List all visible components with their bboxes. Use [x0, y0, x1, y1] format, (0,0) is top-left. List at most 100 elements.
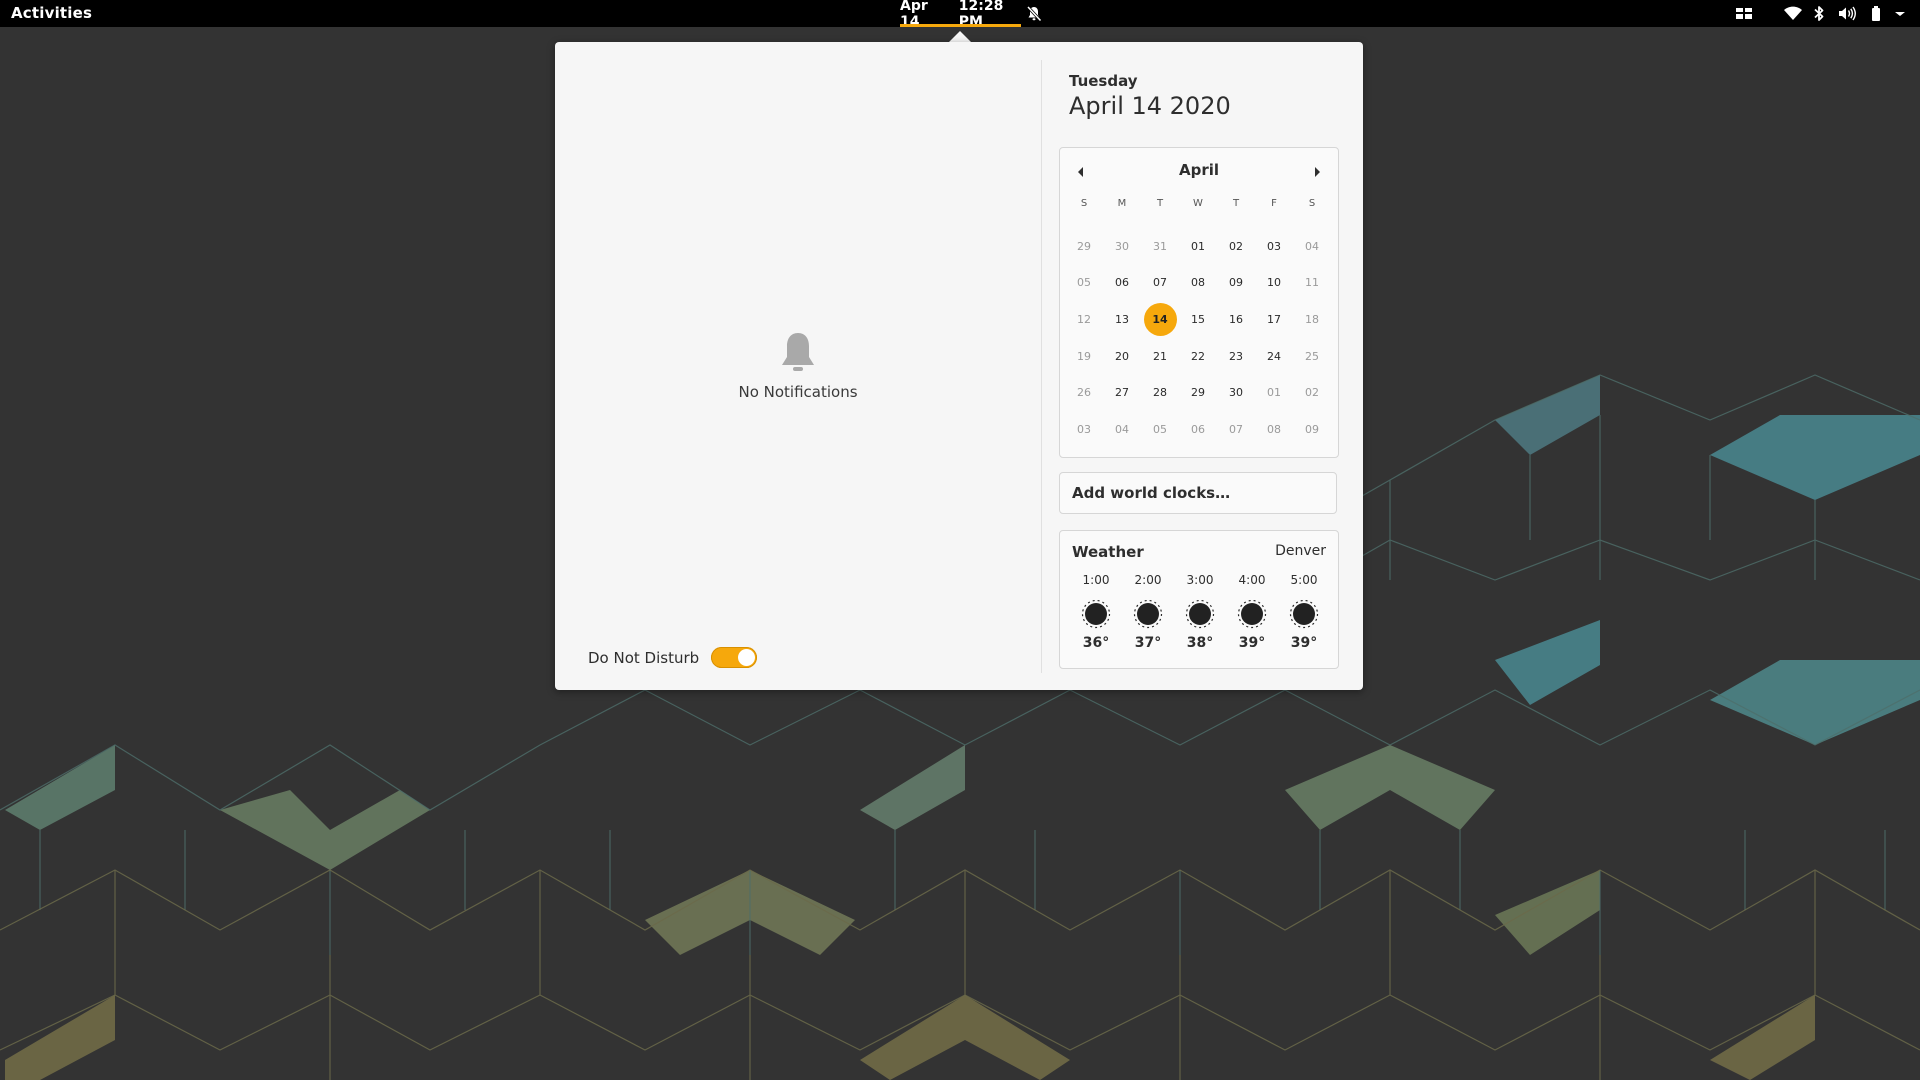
calendar-day[interactable]: 25	[1293, 338, 1331, 375]
calendar-day[interactable]: 28	[1141, 374, 1179, 411]
forecast-item: 3:00 38°	[1174, 573, 1226, 651]
battery-icon[interactable]	[1870, 5, 1882, 22]
no-notifications-label: No Notifications	[738, 383, 858, 401]
weekday-header-cell: S	[1308, 198, 1316, 209]
calendar-day[interactable]: 07	[1217, 411, 1255, 448]
calendar-day[interactable]: 04	[1103, 411, 1141, 448]
calendar-day-label: 29	[1191, 386, 1205, 400]
forecast-time: 1:00	[1082, 573, 1110, 587]
calendar-day[interactable]: 08	[1255, 411, 1293, 448]
calendar-day[interactable]: 01	[1255, 374, 1293, 411]
calendar-day[interactable]: 03	[1065, 411, 1103, 448]
calendar-day[interactable]: 20	[1103, 338, 1141, 375]
system-menu-chevron-icon[interactable]	[1894, 5, 1906, 22]
weekday-header-cell: S	[1080, 198, 1088, 209]
calendar-day[interactable]: 23	[1217, 338, 1255, 375]
calendar-day[interactable]: 02	[1293, 374, 1331, 411]
calendar-day[interactable]: 27	[1103, 374, 1141, 411]
add-world-clocks-button[interactable]: Add world clocks…	[1059, 472, 1337, 514]
weather-card[interactable]: Weather Denver 1:00 36° 2:00 37° 3:00 38° 4:00…	[1059, 530, 1339, 669]
calendar-day-label: 19	[1077, 349, 1091, 363]
bluetooth-icon[interactable]	[1812, 5, 1826, 22]
calendar-day[interactable]: 06	[1103, 265, 1141, 302]
notifications-placeholder: No Notifications	[555, 329, 1041, 401]
next-month-icon[interactable]	[1311, 166, 1323, 178]
bell-icon	[782, 333, 814, 371]
calendar-day-label: 03	[1267, 239, 1281, 253]
do-not-disturb-bell-icon	[1026, 5, 1042, 22]
calendar-day[interactable]: 06	[1179, 411, 1217, 448]
calendar-day-label: 17	[1267, 312, 1281, 326]
calendar-day-label: 06	[1191, 422, 1205, 436]
calendar-day[interactable]: 13	[1103, 301, 1141, 338]
forecast-temperature: 38°	[1186, 635, 1214, 651]
calendar-day-label: 05	[1077, 276, 1091, 290]
calendar-day[interactable]: 29	[1065, 228, 1103, 265]
calendar-day[interactable]: 26	[1065, 374, 1103, 411]
calendar-day[interactable]: 10	[1255, 265, 1293, 302]
calendar-day[interactable]: 12	[1065, 301, 1103, 338]
calendar-day[interactable]: 02	[1217, 228, 1255, 265]
calendar-day[interactable]: 08	[1179, 265, 1217, 302]
calendar-day[interactable]: 30	[1217, 374, 1255, 411]
calendar-day[interactable]: 01	[1179, 228, 1217, 265]
forecast-temperature: 36°	[1082, 635, 1110, 651]
calendar-day-label: 23	[1229, 349, 1243, 363]
calendar-day[interactable]: 21	[1141, 338, 1179, 375]
weather-location: Denver	[1275, 543, 1326, 559]
calendar-day-label: 07	[1229, 422, 1243, 436]
calendar-day-label: 30	[1229, 386, 1243, 400]
calendar-day[interactable]: 22	[1179, 338, 1217, 375]
calendar-day-today[interactable]: 14	[1141, 301, 1179, 338]
calendar-day-label: 01	[1191, 239, 1205, 253]
volume-icon[interactable]	[1838, 5, 1857, 22]
forecast-item: 4:00 39°	[1226, 573, 1278, 651]
calendar-day-label: 29	[1077, 239, 1091, 253]
full-date-label[interactable]: April 14 2020	[1069, 92, 1231, 120]
calendar-day-label: 06	[1115, 276, 1129, 290]
popover-divider	[1041, 60, 1042, 673]
calendar-day-label: 28	[1153, 386, 1167, 400]
calendar-day[interactable]: 29	[1179, 374, 1217, 411]
calendar-day[interactable]: 24	[1255, 338, 1293, 375]
calendar-day-label: 27	[1115, 386, 1129, 400]
do-not-disturb-toggle[interactable]	[711, 647, 758, 668]
workspaces-icon[interactable]	[1735, 5, 1753, 22]
calendar-day-label: 11	[1305, 276, 1319, 290]
calendar-day-label: 30	[1115, 239, 1129, 253]
date-time-active-indicator	[900, 24, 1021, 27]
calendar-day[interactable]: 03	[1255, 228, 1293, 265]
calendar-day-label: 18	[1305, 312, 1319, 326]
calendar-day-label: 01	[1267, 386, 1281, 400]
forecast-temperature: 39°	[1238, 635, 1266, 651]
weather-title: Weather	[1072, 543, 1144, 561]
toggle-knob	[738, 649, 756, 666]
calendar-day[interactable]: 19	[1065, 338, 1103, 375]
calendar-day[interactable]: 16	[1217, 301, 1255, 338]
calendar-day[interactable]: 09	[1217, 265, 1255, 302]
calendar-day-label: 02	[1305, 386, 1319, 400]
forecast-item: 5:00 39°	[1278, 573, 1330, 651]
calendar-day-label: 04	[1305, 239, 1319, 253]
calendar-day[interactable]: 09	[1293, 411, 1331, 448]
calendar-day[interactable]: 17	[1255, 301, 1293, 338]
calendar-day[interactable]: 05	[1065, 265, 1103, 302]
calendar-day[interactable]: 11	[1293, 265, 1331, 302]
calendar-day-label: 02	[1229, 239, 1243, 253]
calendar-day[interactable]: 15	[1179, 301, 1217, 338]
calendar-day[interactable]: 31	[1141, 228, 1179, 265]
activities-button[interactable]: Activities	[11, 4, 92, 22]
clear-night-icon	[1133, 599, 1163, 629]
forecast-temperature: 39°	[1290, 635, 1318, 651]
calendar-day[interactable]: 04	[1293, 228, 1331, 265]
calendar-month-label: April	[1178, 161, 1220, 179]
calendar-day[interactable]: 05	[1141, 411, 1179, 448]
forecast-time: 4:00	[1238, 573, 1266, 587]
wifi-icon[interactable]	[1783, 5, 1803, 22]
calendar-day[interactable]: 18	[1293, 301, 1331, 338]
calendar-day-label: 12	[1077, 312, 1091, 326]
clear-night-icon	[1237, 599, 1267, 629]
calendar-day[interactable]: 07	[1141, 265, 1179, 302]
date-time-button[interactable]: Apr 14 12:28 PM	[900, 0, 1022, 30]
calendar-day[interactable]: 30	[1103, 228, 1141, 265]
